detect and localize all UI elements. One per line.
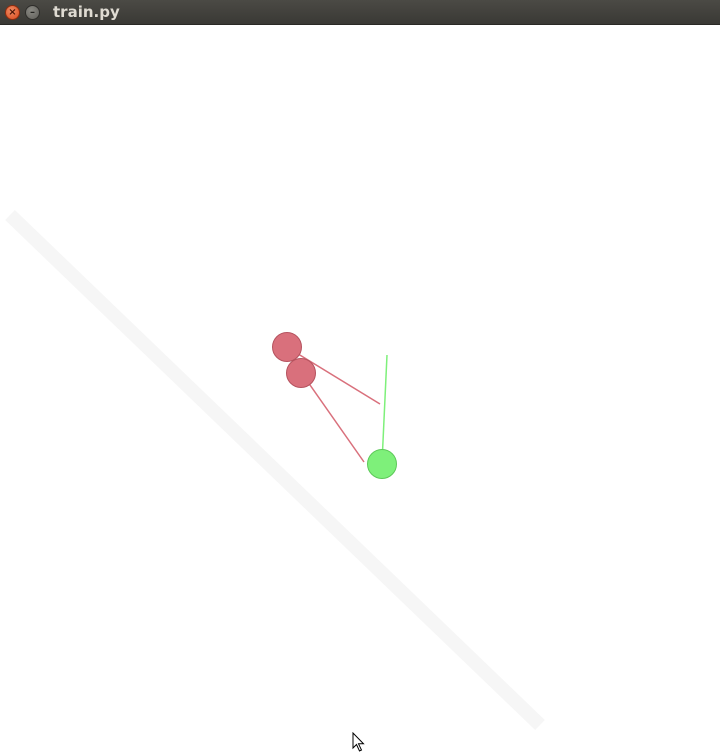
window-title: train.py	[53, 3, 120, 21]
render-canvas[interactable]	[0, 25, 720, 750]
background-artifact	[5, 209, 545, 731]
title-bar[interactable]: × – train.py	[0, 0, 720, 25]
mouse-pointer-icon	[352, 732, 365, 752]
agent-ball	[367, 449, 397, 479]
app-window: × – train.py	[0, 0, 720, 752]
minimize-icon[interactable]: –	[25, 5, 40, 20]
agent-ray	[381, 354, 388, 464]
scene-svg	[5, 209, 545, 731]
close-icon[interactable]: ×	[5, 5, 20, 20]
enemy-ball	[272, 332, 302, 362]
enemy-ball	[286, 358, 316, 388]
